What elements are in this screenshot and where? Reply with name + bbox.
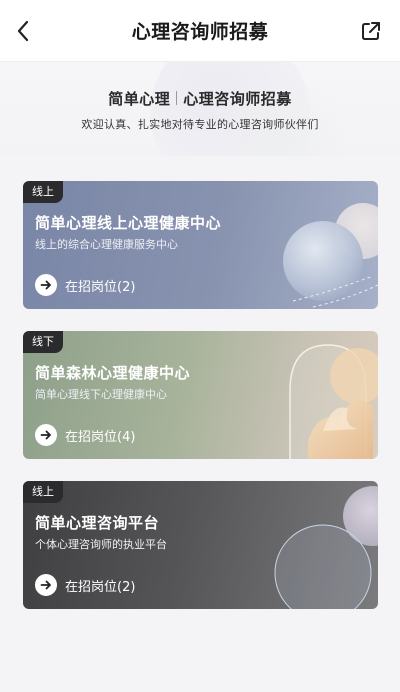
card-description: 个体心理咨询师的执业平台: [35, 538, 167, 551]
top-navigation-bar: 心理咨询师招募: [0, 0, 400, 62]
title-divider: [176, 91, 178, 105]
page-title: 心理咨询师招募: [131, 21, 269, 43]
share-button[interactable]: [360, 20, 384, 44]
card-description: 简单心理线下心理健康中心: [35, 388, 167, 401]
hero-subtitle: 欢迎认真、扎实地对待专业的心理咨询师伙伴们: [81, 118, 319, 131]
arrow-right-icon: [35, 274, 57, 296]
card-description: 线上的综合心理健康服务中心: [35, 238, 178, 251]
arrow-right-icon: [35, 424, 57, 446]
open-positions-label: 在招岗位(4): [65, 429, 136, 445]
sphere-decoration: [283, 203, 378, 308]
card-title: 简单心理线上心理健康中心: [35, 214, 222, 232]
center-card-platform[interactable]: 线上 简单心理咨询平台 个体心理咨询师的执业平台 在招岗位(2): [23, 481, 378, 609]
hero-heading: 心理咨询师招募: [183, 90, 292, 108]
open-positions-label: 在招岗位(2): [65, 279, 136, 295]
arch-decoration: [289, 344, 378, 459]
open-positions-link[interactable]: 在招岗位(2): [35, 274, 135, 296]
center-card-offline[interactable]: 线下 简单森林心理健康中心 简单心理线下心理健康中心 在招岗位(4): [23, 331, 378, 459]
share-export-icon: [362, 22, 380, 40]
chevron-left-icon: [17, 20, 29, 42]
open-positions-link[interactable]: 在招岗位(2): [35, 574, 135, 596]
hero-title: 简单心理 心理咨询师招募: [0, 88, 400, 109]
hero-brand: 简单心理: [108, 90, 171, 108]
card-tag: 线下: [23, 331, 63, 353]
hero-banner: 简单心理 心理咨询师招募 欢迎认真、扎实地对待专业的心理咨询师伙伴们: [0, 62, 400, 156]
card-title: 简单心理咨询平台: [35, 514, 160, 532]
center-card-online[interactable]: 线上 简单心理线上心理健康中心 线上的综合心理健康服务中心 在招岗位(2): [23, 181, 378, 309]
card-tag: 线上: [23, 181, 63, 203]
open-positions-link[interactable]: 在招岗位(4): [35, 424, 135, 446]
back-button[interactable]: [10, 18, 36, 44]
orb-decoration: [274, 486, 378, 609]
arrow-right-icon: [35, 574, 57, 596]
card-tag: 线上: [23, 481, 63, 503]
open-positions-label: 在招岗位(2): [65, 579, 136, 595]
card-title: 简单森林心理健康中心: [35, 364, 191, 382]
